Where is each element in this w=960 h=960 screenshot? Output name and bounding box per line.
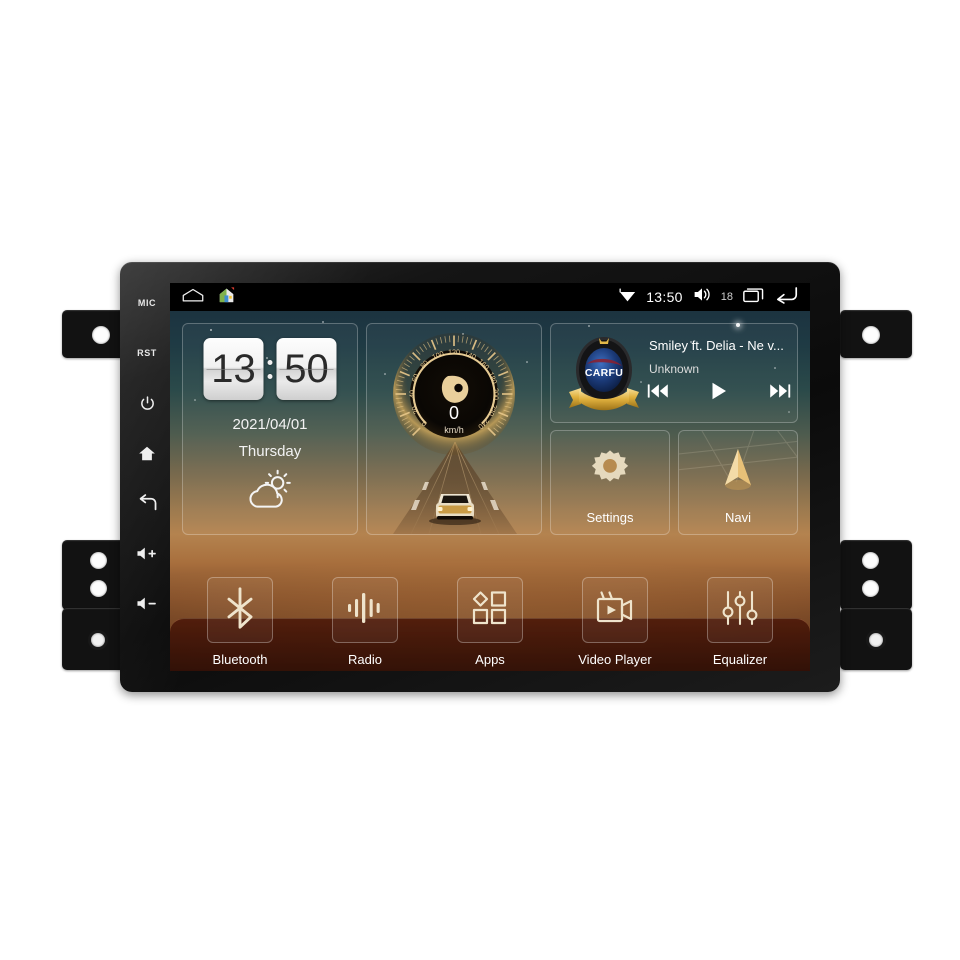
volume-icon [693,287,711,307]
dock-label-apps: Video Player [578,652,652,667]
dock-label-equalizer: Equalizer [712,652,768,667]
bracket-screw-bl-2 [90,580,107,597]
dock-label-bluetooth: Bluetooth [212,652,268,667]
dock-box-apps [457,577,523,643]
speed-unit: km/h [444,425,464,435]
flip-clock: 13 50 [203,338,337,400]
navigation-arrow-icon [679,447,797,491]
dock-item-bluetooth[interactable]: Bluetooth [184,577,296,667]
status-bar-right: 13:50 18 [619,286,810,308]
hardware-key-volume-up[interactable] [126,528,168,578]
speed-value: 0 [448,403,459,423]
media-artist: Unknown [649,362,700,376]
hardware-key-column: MIC RST [126,278,168,678]
bracket-bottom-right [840,540,912,610]
status-clock: 13:50 [646,289,683,305]
dock-box-bluetooth [207,577,273,643]
widget-clock[interactable]: 13 50 2021/04/01 Thursday [182,323,358,535]
carfu-badge: CARFU [565,330,643,418]
volume-level: 18 [720,291,733,303]
weather-row[interactable] [183,469,357,515]
bluetooth-icon [223,586,257,634]
svg-text:40: 40 [408,390,417,398]
dock-box-radio [332,577,398,643]
touchscreen[interactable]: 13:50 18 13 50 2021/04/01 Thursday 0 20 … [170,283,810,671]
equalizer-sliders-icon [721,589,759,632]
clock-date: 2021/04/01 [232,416,308,433]
home-icon [138,445,156,462]
dock-label-video: Apps [475,652,505,667]
power-icon [139,395,156,412]
dock-label-radio: Radio [348,652,382,667]
partly-cloudy-icon [245,469,295,515]
hardware-key-home[interactable] [126,428,168,478]
tile-navi[interactable]: Navi [678,430,798,535]
dock-item-radio[interactable]: Radio [309,577,421,667]
back-icon [138,493,157,512]
media-title: Smiley ft. Delia - Ne v... [649,338,784,353]
apps-shapes-icon [471,589,509,632]
widget-media-player[interactable]: CARFU Smiley ft. Delia - Ne v... Unknown [550,323,798,423]
gear-icon [551,447,669,489]
dock-box-equalizer [707,577,773,643]
back-arrow-icon[interactable] [775,286,798,308]
tile-settings-label: Settings [586,510,634,525]
house-app-icon[interactable] [218,286,235,308]
dock-item-equalizer[interactable]: Equalizer [684,577,796,667]
badge-text: CARFU [585,367,623,379]
clock-minutes: 50 [284,347,329,391]
tile-settings[interactable]: Settings [550,430,670,535]
home-outline-icon[interactable] [182,288,204,307]
volume-up-icon [136,546,158,561]
dock-item-apps[interactable]: Apps [434,577,546,667]
bracket-screw-br-1 [862,552,879,569]
status-bar-left [170,286,235,308]
skip-next-icon[interactable] [769,383,791,404]
bracket-screw-br-3 [866,630,886,650]
hardware-key-power[interactable] [126,378,168,428]
skip-previous-icon[interactable] [647,383,669,404]
widget-speedometer[interactable]: 0 20 40 60 80 100 120 140 160 180 200 220 240 0 km/h [366,323,542,535]
bracket-screw-bl-3 [88,630,108,650]
speed-gauge: 0 20 40 60 80 100 120 140 160 180 200 220 240 0 km/h [390,330,518,458]
bracket-screw-br-2 [862,580,879,597]
flip-minutes: 50 [276,338,337,400]
wifi-icon [619,288,636,307]
volume-down-icon [136,596,158,611]
clock-colon [267,359,274,379]
tile-navi-label: Navi [724,510,751,525]
play-icon[interactable] [710,382,728,405]
recent-apps-icon[interactable] [743,287,765,308]
dock-item-video-player[interactable]: Video Player [559,577,671,667]
media-controls [647,382,791,405]
svg-text:200: 200 [492,388,501,400]
app-dock: Bluetooth Radio Apps Video Player Equali… [184,559,796,667]
dock-box-video-player [582,577,648,643]
hardware-key-mic[interactable]: MIC [126,278,168,328]
hardware-key-volume-down[interactable] [126,578,168,628]
hardware-key-back[interactable] [126,478,168,528]
reset-label: RST [137,348,157,358]
bracket-screw-bl-1 [90,552,107,569]
screenshot-canvas: MIC RST 13:50 18 13 50 2021/04/01 Thursd… [0,0,960,960]
clock-hours: 13 [211,347,256,391]
status-bar: 13:50 18 [170,283,810,311]
svg-text:120: 120 [448,348,460,357]
radio-waveform-icon [346,589,384,632]
flip-hours: 13 [203,338,264,400]
mic-label: MIC [137,298,157,308]
clock-weekday: Thursday [238,443,302,460]
bracket-screw-top-right [862,326,880,344]
video-camera-icon [595,589,635,632]
hardware-key-reset[interactable]: RST [126,328,168,378]
bracket-screw-top-left [92,326,110,344]
